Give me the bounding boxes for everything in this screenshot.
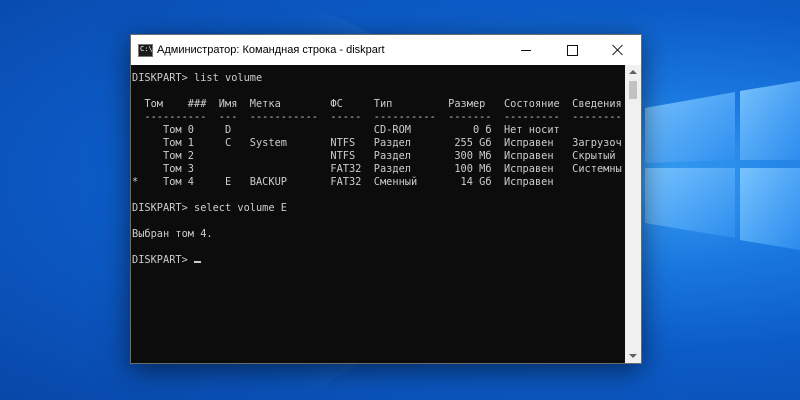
desktop-background: C:\ Администратор: Командная строка - di… bbox=[0, 0, 800, 400]
console-line: Выбран том 4. bbox=[132, 228, 213, 240]
console-line: Том ### Имя Метка ФС Тип Размер Состояни… bbox=[132, 98, 622, 110]
console-line: ---------- --- ----------- ----- -------… bbox=[132, 111, 622, 123]
scrollbar-thumb[interactable] bbox=[629, 81, 637, 99]
minimize-button[interactable] bbox=[503, 35, 549, 65]
maximize-button[interactable] bbox=[549, 35, 595, 65]
cmd-icon[interactable]: C:\ bbox=[138, 44, 153, 57]
arrow-up-icon bbox=[629, 70, 637, 74]
cmd-window[interactable]: C:\ Администратор: Командная строка - di… bbox=[130, 34, 642, 364]
maximize-icon bbox=[566, 44, 578, 56]
console-text: DISKPART> list volume Том ### Имя Метка … bbox=[131, 65, 625, 267]
text-cursor bbox=[194, 261, 201, 263]
close-button[interactable] bbox=[595, 35, 641, 65]
minimize-icon bbox=[521, 49, 531, 51]
console-line: DISKPART> list volume bbox=[132, 72, 263, 84]
console-line: Том 3 FAT32 Раздел 100 Мб Исправен Систе… bbox=[132, 163, 622, 175]
console-line: Том 2 NTFS Раздел 300 Мб Исправен Скрыты… bbox=[132, 150, 616, 162]
scroll-up-button[interactable] bbox=[625, 65, 641, 79]
console-prompt[interactable]: DISKPART> bbox=[132, 254, 194, 266]
console-line: Том 0 D CD-ROM 0 б Нет носит bbox=[132, 124, 560, 136]
title-bar[interactable]: C:\ Администратор: Командная строка - di… bbox=[131, 35, 641, 65]
console-line: Том 1 C System NTFS Раздел 255 Gб Исправ… bbox=[132, 137, 622, 149]
vertical-scrollbar[interactable] bbox=[625, 65, 641, 363]
console-line: * Том 4 E BACKUP FAT32 Сменный 14 Gб Исп… bbox=[132, 176, 554, 188]
scroll-down-button[interactable] bbox=[625, 349, 641, 363]
close-icon bbox=[612, 44, 624, 56]
cmd-icon-glyph: C:\ bbox=[140, 45, 153, 53]
console-line: DISKPART> select volume E bbox=[132, 202, 287, 214]
arrow-down-icon bbox=[629, 354, 637, 358]
console-output[interactable]: DISKPART> list volume Том ### Имя Метка … bbox=[131, 65, 625, 363]
window-title: Администратор: Командная строка - diskpa… bbox=[157, 44, 385, 56]
